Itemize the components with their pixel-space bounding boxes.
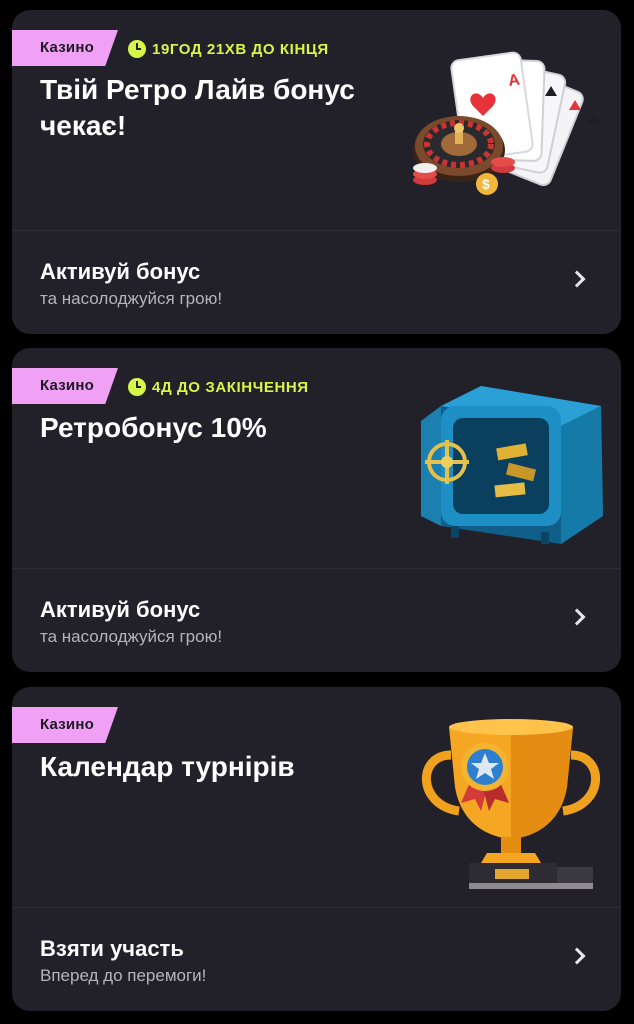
cta-title: Активуй бонус (40, 259, 201, 284)
category-tag: Казино (12, 30, 118, 66)
cta-subtitle: та насолоджуйся грою! (40, 627, 223, 646)
category-tag-label: Казино (40, 39, 94, 56)
cta-subtitle: та насолоджуйся грою! (40, 289, 223, 308)
join-tournament-button[interactable]: Взяти участь Вперед до перемоги! (12, 908, 621, 1011)
clock-icon (128, 40, 146, 58)
activate-bonus-button[interactable]: Активуй бонус та насолоджуйся грою! (12, 569, 621, 672)
category-tag-label: Казино (40, 716, 94, 733)
promo-title: Ретробонус 10% (40, 412, 267, 443)
promo-title: Твій Ретро Лайв бонус чекає! (40, 74, 355, 141)
promo-card-header: Казино 4Д ДО ЗАКІНЧЕННЯ Ретробонус 10% (12, 348, 621, 568)
cta-title: Активуй бонус (40, 597, 201, 622)
safe-icon (421, 386, 603, 544)
category-tag: Казино (12, 368, 118, 404)
promo-card-retrobonus: Казино 4Д ДО ЗАКІНЧЕННЯ Ретробонус 10% А… (12, 348, 621, 672)
chevron-right-icon (568, 270, 586, 288)
cta-subtitle: Вперед до перемоги! (40, 966, 207, 985)
trophy-icon (422, 719, 600, 889)
promo-title: Календар турнірів (40, 751, 295, 782)
countdown-label: 19ГОД 21ХВ ДО КІНЦЯ (152, 40, 329, 58)
category-tag: Казино (12, 707, 118, 743)
activate-bonus-button[interactable]: Активуй бонус та насолоджуйся грою! (12, 231, 621, 334)
countdown-label: 4Д ДО ЗАКІНЧЕННЯ (152, 378, 309, 396)
promo-card-header: Казино 19ГОД 21ХВ ДО КІНЦЯ Твій Ретро Ла… (12, 10, 621, 230)
promo-card-header: Казино Календар турнірів (12, 687, 621, 907)
countdown-timer: 4Д ДО ЗАКІНЧЕННЯ (128, 376, 309, 398)
cta-title: Взяти участь (40, 936, 184, 961)
category-tag-label: Казино (40, 377, 94, 394)
countdown-timer: 19ГОД 21ХВ ДО КІНЦЯ (128, 38, 329, 60)
clock-icon (128, 378, 146, 396)
promo-card-tournaments: Казино Календар турнірів Взяти участь Вп… (12, 687, 621, 1011)
promo-card-live-bonus: Казино 19ГОД 21ХВ ДО КІНЦЯ Твій Ретро Ла… (12, 10, 621, 334)
svg-text:$: $ (482, 176, 490, 192)
promotions-page: Казино 19ГОД 21ХВ ДО КІНЦЯ Твій Ретро Ла… (0, 0, 634, 1024)
chevron-right-icon (568, 947, 586, 965)
roulette-cards-icon: A $ (413, 51, 599, 195)
chevron-right-icon (568, 608, 586, 626)
